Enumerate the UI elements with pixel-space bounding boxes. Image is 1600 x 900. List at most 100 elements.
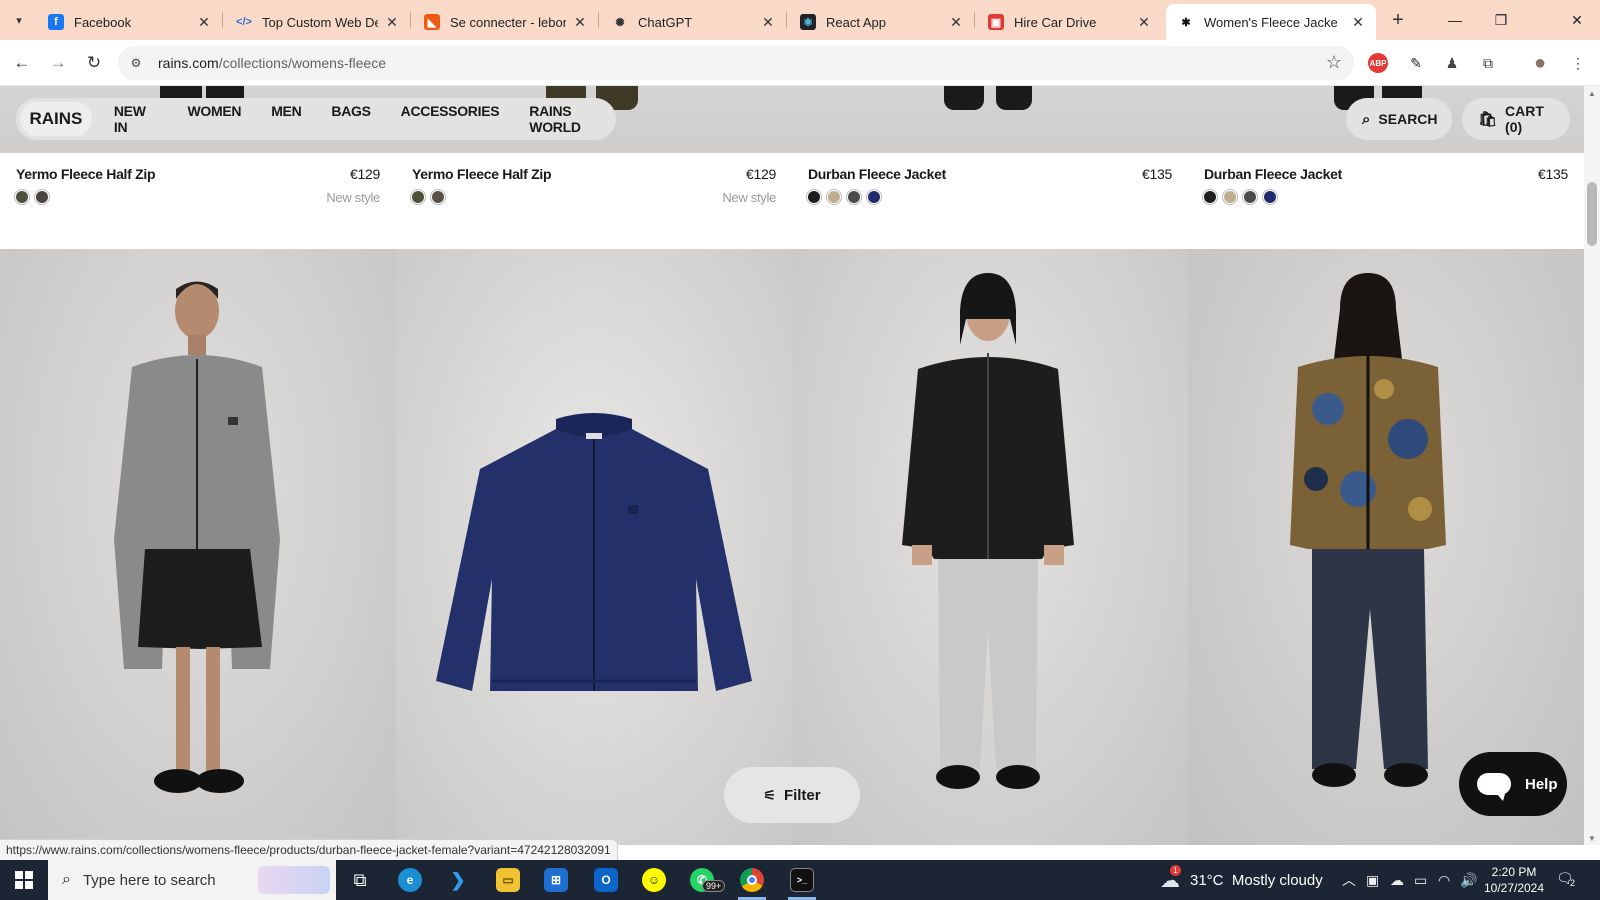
color-swatch[interactable] [1224, 191, 1236, 203]
close-window-button[interactable]: ✕ [1554, 0, 1600, 40]
battery-icon[interactable]: ▭ [1414, 860, 1427, 900]
color-swatch[interactable] [432, 191, 444, 203]
color-swatch[interactable] [1204, 191, 1216, 203]
chrome-glyph [740, 868, 764, 892]
product-name[interactable]: Yermo Fleece Half Zip [16, 166, 156, 182]
url-host: rains.com [158, 55, 219, 71]
url-text[interactable]: rains.com/collections/womens-fleece [158, 55, 386, 71]
browser-tab[interactable]: ◣ Se connecter - leboncc ✕ [412, 4, 598, 40]
color-swatch[interactable] [1244, 191, 1256, 203]
nav-item-rains-world[interactable]: RAINS WORLD [529, 103, 616, 135]
puzzle-extensions-icon[interactable]: ⧉ [1476, 51, 1500, 75]
color-swatch[interactable] [1264, 191, 1276, 203]
system-clock[interactable]: 2:20 PM 10/27/2024 [1478, 864, 1550, 896]
product-card-image[interactable] [396, 249, 792, 845]
browser-tab[interactable]: ✱ Women's Fleece Jacke ✕ [1166, 4, 1376, 40]
product-name[interactable]: Durban Fleece Jacket [808, 166, 946, 182]
color-swatch[interactable] [868, 191, 880, 203]
show-hidden-icons-chevron-icon[interactable]: ︿ [1342, 860, 1356, 900]
search-button[interactable]: ⌕ SEARCH [1346, 98, 1452, 140]
close-tab-icon[interactable]: ✕ [196, 14, 212, 31]
taskbar-search-box[interactable]: ⌕ Type here to search [48, 860, 336, 900]
color-swatch[interactable] [412, 191, 424, 203]
color-swatch[interactable] [16, 191, 28, 203]
nav-item-bags[interactable]: BAGS [331, 103, 371, 135]
color-swatch[interactable] [808, 191, 820, 203]
search-label: SEARCH [1378, 111, 1438, 127]
adblock-plus-icon[interactable]: ABP [1368, 53, 1388, 73]
rains-logo[interactable]: RAINS [20, 102, 92, 136]
color-swatch[interactable] [828, 191, 840, 203]
notification-center-icon[interactable]: 🗨 2 [1556, 870, 1578, 890]
wifi-icon[interactable]: ◠ [1438, 860, 1450, 900]
task-view-icon[interactable]: ⧉ [336, 860, 384, 900]
user-avatar-icon[interactable]: ● [1528, 51, 1552, 75]
chrome-icon[interactable] [728, 860, 776, 900]
browser-tab[interactable]: </> Top Custom Web Deve ✕ [224, 4, 410, 40]
nav-item-women[interactable]: WOMEN [187, 103, 241, 135]
microsoft-store-icon[interactable]: ⊞ [532, 860, 580, 900]
close-tab-icon[interactable]: ✕ [384, 14, 400, 31]
forward-arrow-icon[interactable]: → [45, 50, 71, 76]
leboncoin-icon: ◣ [424, 14, 440, 30]
color-swatch[interactable] [36, 191, 48, 203]
close-tab-icon[interactable]: ✕ [1136, 14, 1152, 31]
browser-toolbar: ← → ↻ ⚙ rains.com/collections/womens-fle… [0, 40, 1600, 86]
restore-button[interactable]: ❐ [1478, 0, 1524, 40]
close-tab-icon[interactable]: ✕ [760, 14, 776, 31]
browser-tab[interactable]: ✺ ChatGPT ✕ [600, 4, 786, 40]
browser-tab[interactable]: ⚛ React App ✕ [788, 4, 974, 40]
taskbar-search-placeholder: Type here to search [82, 871, 216, 889]
terminal-icon[interactable]: >_ [778, 860, 826, 900]
profile-agent-icon[interactable]: ♟ [1440, 51, 1464, 75]
filter-label: Filter [783, 786, 821, 804]
weather-widget[interactable]: ☁ 1 31°C Mostly cloudy [1160, 860, 1323, 900]
filter-button[interactable]: ⚟ Filter [724, 767, 860, 823]
color-swatches [412, 191, 452, 203]
tab-title: Top Custom Web Deve [262, 14, 378, 30]
scroll-down-arrow-icon[interactable]: ▼ [1584, 831, 1600, 845]
edge-browser-icon[interactable]: e [386, 860, 434, 900]
site-info-icon[interactable]: ⚙ [127, 54, 145, 72]
scroll-thumb[interactable] [1587, 182, 1597, 246]
vscode-icon[interactable]: ❯ [434, 860, 482, 900]
close-tab-icon[interactable]: ✕ [948, 14, 964, 31]
whatsapp-icon[interactable]: ✆ 99+ [678, 860, 726, 900]
product-price: €135 [1538, 166, 1568, 182]
new-tab-button[interactable]: + [1386, 8, 1410, 32]
nav-item-new-in[interactable]: NEW IN [114, 103, 158, 135]
snapchat-icon[interactable]: ☺ [630, 860, 678, 900]
color-swatch[interactable] [848, 191, 860, 203]
onedrive-cloud-icon[interactable]: ☁ [1390, 860, 1404, 900]
reload-icon[interactable]: ↻ [81, 50, 107, 76]
close-tab-icon[interactable]: ✕ [572, 14, 588, 31]
close-tab-icon[interactable]: ✕ [1350, 14, 1366, 31]
browser-tab[interactable]: ▣ Hire Car Drive ✕ [976, 4, 1162, 40]
volume-icon[interactable]: 🔊 [1460, 860, 1477, 900]
browser-tab[interactable]: f Facebook ✕ [36, 4, 222, 40]
meet-now-icon[interactable]: ▣ [1366, 860, 1379, 900]
product-card-image[interactable] [792, 249, 1188, 845]
tab-separator [222, 12, 223, 28]
scroll-up-arrow-icon[interactable]: ▲ [1584, 86, 1600, 100]
file-explorer-icon[interactable]: ▭ [484, 860, 532, 900]
more-menu-icon[interactable]: ⋮ [1566, 51, 1590, 75]
outlook-glyph: O [594, 868, 618, 892]
page-scrollbar[interactable]: ▲ ▼ [1584, 86, 1600, 845]
minimize-button[interactable]: — [1432, 0, 1478, 40]
help-chat-button[interactable]: Help [1459, 752, 1567, 816]
outlook-icon[interactable]: O [582, 860, 630, 900]
bookmark-star-icon[interactable]: ☆ [1326, 52, 1342, 73]
address-bar[interactable]: ⚙ rains.com/collections/womens-fleece ☆ [118, 46, 1354, 80]
start-button[interactable] [0, 860, 48, 900]
product-name[interactable]: Yermo Fleece Half Zip [412, 166, 552, 182]
tab-search-chevron-icon[interactable]: ▾ [7, 8, 31, 32]
product-name[interactable]: Durban Fleece Jacket [1204, 166, 1342, 182]
nav-item-accessories[interactable]: ACCESSORIES [401, 103, 500, 135]
nav-item-men[interactable]: MEN [271, 103, 302, 135]
back-arrow-icon[interactable]: ← [9, 50, 35, 76]
product-card-image[interactable] [0, 249, 396, 845]
color-picker-icon[interactable]: ✎ [1404, 51, 1428, 75]
clock-date: 10/27/2024 [1483, 881, 1545, 895]
cart-button[interactable]: 🛍 CART (0) [1462, 98, 1570, 140]
